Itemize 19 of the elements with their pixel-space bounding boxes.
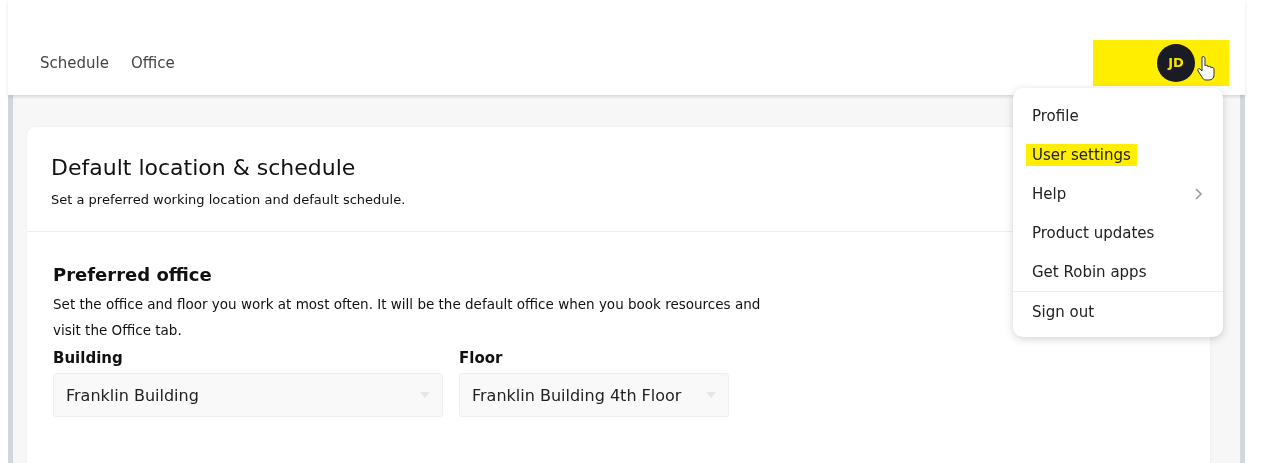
avatar-button[interactable]: JD (1157, 43, 1195, 82)
menu-item[interactable]: Product updates (1013, 213, 1223, 252)
nav-tab[interactable]: Schedule (40, 53, 109, 72)
field-label: Building (53, 349, 124, 367)
section-description: Set the office and floor you work at most often. It will be the default office when you book resources and visit the Office tab. (53, 295, 762, 340)
menu-item[interactable]: Help (1013, 174, 1223, 213)
section-title: Preferred office (53, 264, 212, 285)
field-label: Floor (459, 349, 504, 367)
select-field[interactable]: Franklin Building (53, 373, 443, 417)
nav-tab[interactable]: Office (130, 53, 175, 72)
card-title: Default location & schedule (51, 155, 356, 180)
hand-cursor-icon (1197, 54, 1215, 81)
menu-item[interactable]: User settings (1013, 135, 1223, 174)
chevron-right-icon (1195, 187, 1203, 200)
menu-item[interactable]: Get Robin apps (1013, 252, 1223, 291)
select-field[interactable]: Franklin Building 4th Floor (459, 373, 729, 417)
menu-item[interactable]: Profile (1013, 96, 1223, 135)
card-subtitle: Set a preferred working location and default schedule. (51, 192, 406, 207)
menu-item[interactable]: Sign out (1013, 291, 1223, 331)
